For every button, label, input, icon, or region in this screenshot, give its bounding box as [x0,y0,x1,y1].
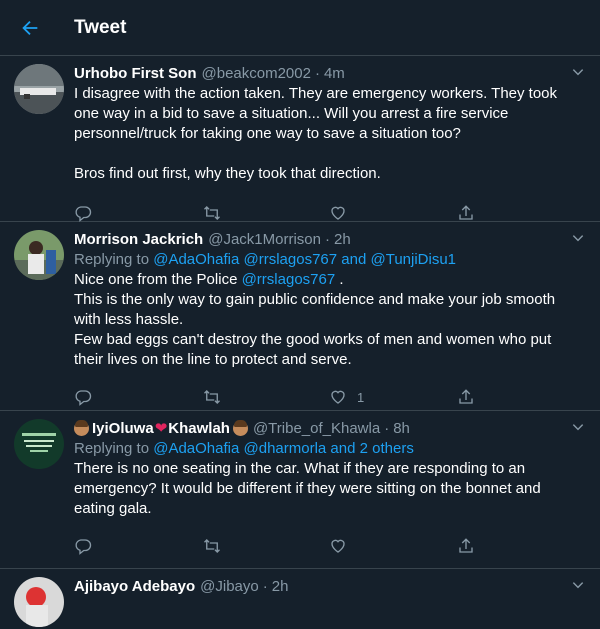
author-handle[interactable]: @Tribe_of_Khawla [253,420,380,437]
top-bar: Tweet [0,0,600,56]
share-button[interactable] [457,537,585,555]
more-options-button[interactable] [570,577,586,593]
tweet-paragraph: I disagree with the action taken. They a… [74,85,558,142]
like-icon [331,539,345,553]
woman-emoji-icon [232,419,248,436]
retweet-button[interactable] [202,388,330,406]
replying-to-label: Replying to [74,440,154,457]
mention-link[interactable]: @TunjiDisu1 [370,251,456,268]
tweet-actions [74,523,584,569]
back-arrow-icon [22,20,38,35]
tweet-paragraph: This is the only way to gain public conf… [74,291,556,328]
tweet[interactable]: IyiOluwa ❤ Khawlah @Tribe_of_Khawla · 8h… [0,411,600,569]
like-button[interactable] [329,537,457,555]
author-name[interactable]: Khawlah [168,420,230,437]
author-name[interactable]: Ajibayo Adebayo [74,578,195,595]
avatar[interactable] [14,577,64,627]
chevron-down-icon [572,235,584,242]
avatar[interactable] [14,230,64,280]
woman-emoji-icon [74,419,89,436]
tweet-paragraph: Few bad eggs can't destroy the good work… [74,331,552,368]
more-options-button[interactable] [570,64,586,80]
author-name[interactable]: Urhobo First Son [74,65,197,82]
red-heart-emoji-icon: ❤ [154,420,168,437]
back-button[interactable] [12,10,48,46]
retweet-button[interactable] [202,537,330,555]
reply-button[interactable] [74,204,202,222]
reply-icon [75,390,92,406]
retweet-icon [203,206,220,220]
timestamp[interactable]: 2h [272,578,289,595]
replying-to-label: Replying to [74,251,154,268]
timestamp[interactable]: 8h [393,420,410,437]
tweet[interactable]: Morrison Jackrich @Jack1Morrison · 2h Re… [0,222,600,411]
mention-link[interactable]: 2 others [360,440,414,457]
retweet-button[interactable] [202,204,330,222]
tweet-text: I disagree with the action taken. They a… [74,84,584,184]
avatar[interactable] [14,419,64,469]
replying-to: Replying to @AdaOhafia @rrslagos767 and … [74,250,584,270]
like-count: 1 [357,389,365,405]
more-options-button[interactable] [570,230,586,246]
like-icon [331,206,345,220]
reply-button[interactable] [74,388,202,406]
share-button[interactable] [457,204,585,222]
avatar[interactable] [14,64,64,114]
timestamp[interactable]: 2h [334,231,351,248]
author-handle[interactable]: @beakcom2002 [202,65,311,82]
chevron-down-icon [572,69,584,76]
more-options-button[interactable] [570,419,586,435]
mention-link[interactable]: @rrslagos767 [242,271,336,288]
chevron-down-icon [572,424,584,431]
separator-dot: · [262,577,268,595]
like-icon [331,390,345,404]
tweet-paragraph: Nice one from the Police @rrslagos767 . [74,270,584,290]
separator-dot: · [324,230,330,248]
tweet-text-segment: Nice one from the Police [74,271,242,288]
tweet-thread: Urhobo First Son @beakcom2002 · 4m I dis… [0,56,600,629]
tweet-paragraph [74,144,584,164]
reply-icon [75,206,92,222]
mention-link[interactable]: @AdaOhafia @rrslagos767 [153,251,337,268]
tweet-text: Nice one from the Police @rrslagos767 . … [74,270,584,370]
share-icon [458,538,473,553]
like-button[interactable] [329,204,457,222]
timestamp[interactable]: 4m [324,65,345,82]
chevron-down-icon [572,582,584,589]
like-button[interactable]: 1 [329,388,457,406]
mention-link[interactable]: @AdaOhafia @dharmorla [153,440,326,457]
author-handle[interactable]: @Jack1Morrison [208,231,321,248]
author-name[interactable]: IyiOluwa [92,420,154,437]
tweet-paragraph: Bros find out first, why they took that … [74,165,381,182]
replying-to-and: and [326,440,360,457]
reply-icon [75,539,92,555]
author-handle[interactable]: @Jibayo [200,578,259,595]
share-button[interactable] [457,388,585,406]
tweet-text-segment: . [335,271,344,288]
author-name[interactable]: Morrison Jackrich [74,231,203,248]
replying-to-and: and [337,251,371,268]
tweet-text: There is no one seating in the car. What… [74,459,584,519]
tweet-paragraph: There is no one seating in the car. What… [74,460,541,517]
page-title: Tweet [74,16,127,38]
tweet[interactable]: Urhobo First Son @beakcom2002 · 4m I dis… [0,56,600,222]
share-icon [458,205,473,220]
separator-dot: · [314,64,320,82]
share-icon [458,389,473,404]
retweet-icon [203,539,220,553]
tweet[interactable]: Ajibayo Adebayo @Jibayo · 2h [0,569,600,629]
separator-dot: · [384,419,390,437]
retweet-icon [203,390,220,404]
replying-to: Replying to @AdaOhafia @dharmorla and 2 … [74,439,584,459]
reply-button[interactable] [74,537,202,555]
